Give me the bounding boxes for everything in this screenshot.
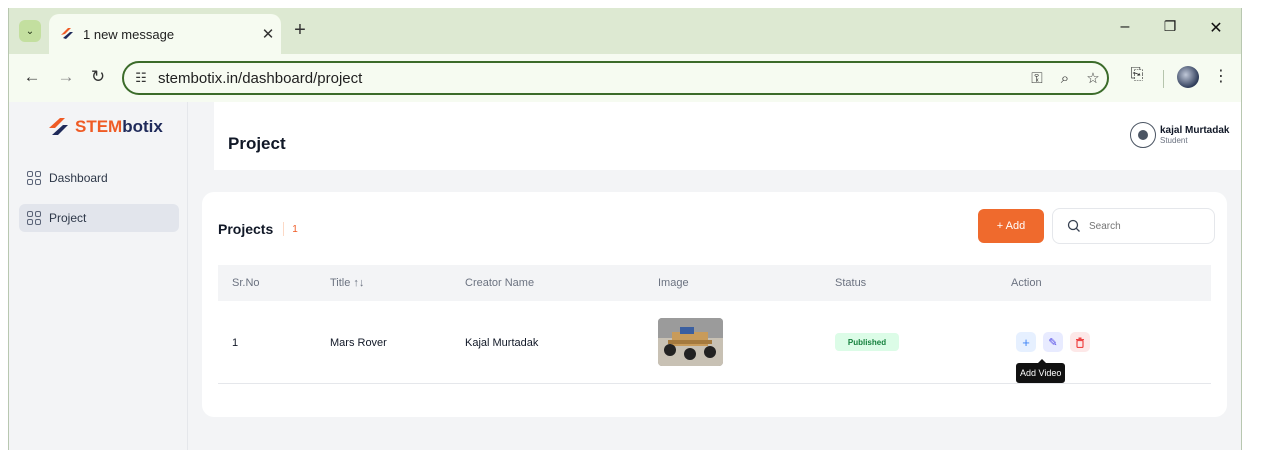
rover-image-icon [658,318,723,366]
user-name: kajal Murtadak [1160,125,1230,136]
user-menu[interactable]: kajal Murtadak Student [1130,122,1229,148]
project-thumbnail-image [658,318,723,366]
page-title: Project [228,134,286,153]
cell-title: Mars Rover [330,337,387,349]
browser-menu-icon[interactable]: ⋮ [1209,66,1233,86]
tab-close-icon[interactable]: ✕ [255,25,281,43]
bookmark-star-icon[interactable]: ☆ [1079,69,1107,87]
forward-icon[interactable]: → [55,67,77,87]
tab-strip: ⌄ 1 new message ✕ + – ❐ ✕ [9,8,1241,54]
sidebar-item-project[interactable]: Project [19,204,179,232]
zoom-icon[interactable]: ⌕ [1051,70,1079,87]
sidebar: STEM botix Dashboard Project [9,102,188,450]
projects-card: Projects 1 + Add Sr.No Title ↑↓ Creator … [202,192,1227,417]
projects-heading: Projects 1 [218,221,298,237]
add-video-tooltip: Add Video [1016,359,1066,383]
column-header-action: Action [1011,277,1042,289]
add-project-button[interactable]: + Add [978,209,1044,243]
column-header-creator: Creator Name [465,277,535,289]
reload-icon[interactable]: ↻ [87,67,109,87]
sidebar-item-label: Dashboard [49,171,108,185]
user-avatar-icon [1130,122,1156,148]
sidebar-item-label: Project [49,211,87,225]
stembotix-favicon-icon [61,28,73,39]
cell-srno: 1 [232,337,239,349]
trash-icon [1076,337,1084,348]
browser-tab[interactable]: 1 new message ✕ [49,14,281,54]
new-tab-icon[interactable]: + [289,19,311,42]
sidebar-item-dashboard[interactable]: Dashboard [19,164,179,192]
address-bar[interactable]: ☷ stembotix.in/dashboard/project ⚿ ⌕ ☆ [122,61,1109,95]
window-close-icon[interactable]: ✕ [1201,18,1231,38]
minimize-icon[interactable]: – [1110,18,1140,36]
screen: ⌄ 1 new message ✕ + – ❐ ✕ ← → ↻ ☷ stembo… [0,0,1278,450]
grid-icon [27,171,41,185]
cell-creator: Kajal Murtadak [465,337,539,349]
projects-count: 1 [292,223,298,235]
column-header-title[interactable]: Title ↑↓ [330,277,364,289]
restore-icon[interactable]: ❐ [1155,18,1185,35]
delete-button[interactable] [1070,332,1090,352]
back-icon[interactable]: ← [21,67,43,87]
web-page: STEM botix Dashboard Project Project kaj [9,102,1241,450]
column-header-srno: Sr.No [232,277,260,289]
count-divider [283,222,285,236]
projects-heading-text: Projects [218,221,274,237]
header-spacer [188,102,214,170]
browser-window: ⌄ 1 new message ✕ + – ❐ ✕ ← → ↻ ☷ stembo… [8,8,1242,450]
column-header-image: Image [658,277,689,289]
edit-button[interactable]: ✎ [1043,332,1063,352]
search-input[interactable] [1089,220,1189,232]
logo-stem-text: STEM [75,117,123,136]
logo-botix-text: botix [122,117,163,136]
user-role: Student [1160,136,1188,145]
table-header: Sr.No Title ↑↓ Creator Name Image Status… [218,265,1211,301]
browser-toolbar: ← → ↻ ☷ stembotix.in/dashboard/project ⚿… [9,54,1241,102]
profile-avatar[interactable] [1177,66,1199,88]
search-box[interactable] [1052,208,1215,244]
tab-search-chevron-icon[interactable]: ⌄ [19,20,41,42]
column-header-status: Status [835,277,867,289]
url-text: stembotix.in/dashboard/project [158,69,363,87]
status-badge: Published [835,333,899,351]
add-video-button[interactable]: + [1016,332,1036,352]
page-header [214,102,1241,170]
logo-mark-icon [49,118,68,135]
site-settings-icon[interactable]: ☷ [124,70,158,86]
search-icon [1067,219,1080,232]
table-row: 1 Mars Rover Kajal Murtadak Published + … [218,301,1211,384]
password-key-icon[interactable]: ⚿ [1023,70,1051,87]
tab-title: 1 new message [83,26,175,42]
toolbar-divider [1163,70,1164,88]
extensions-icon[interactable]: ⎘ [1125,66,1149,84]
stembotix-logo[interactable]: STEM botix [47,116,163,138]
grid-icon [27,211,41,225]
